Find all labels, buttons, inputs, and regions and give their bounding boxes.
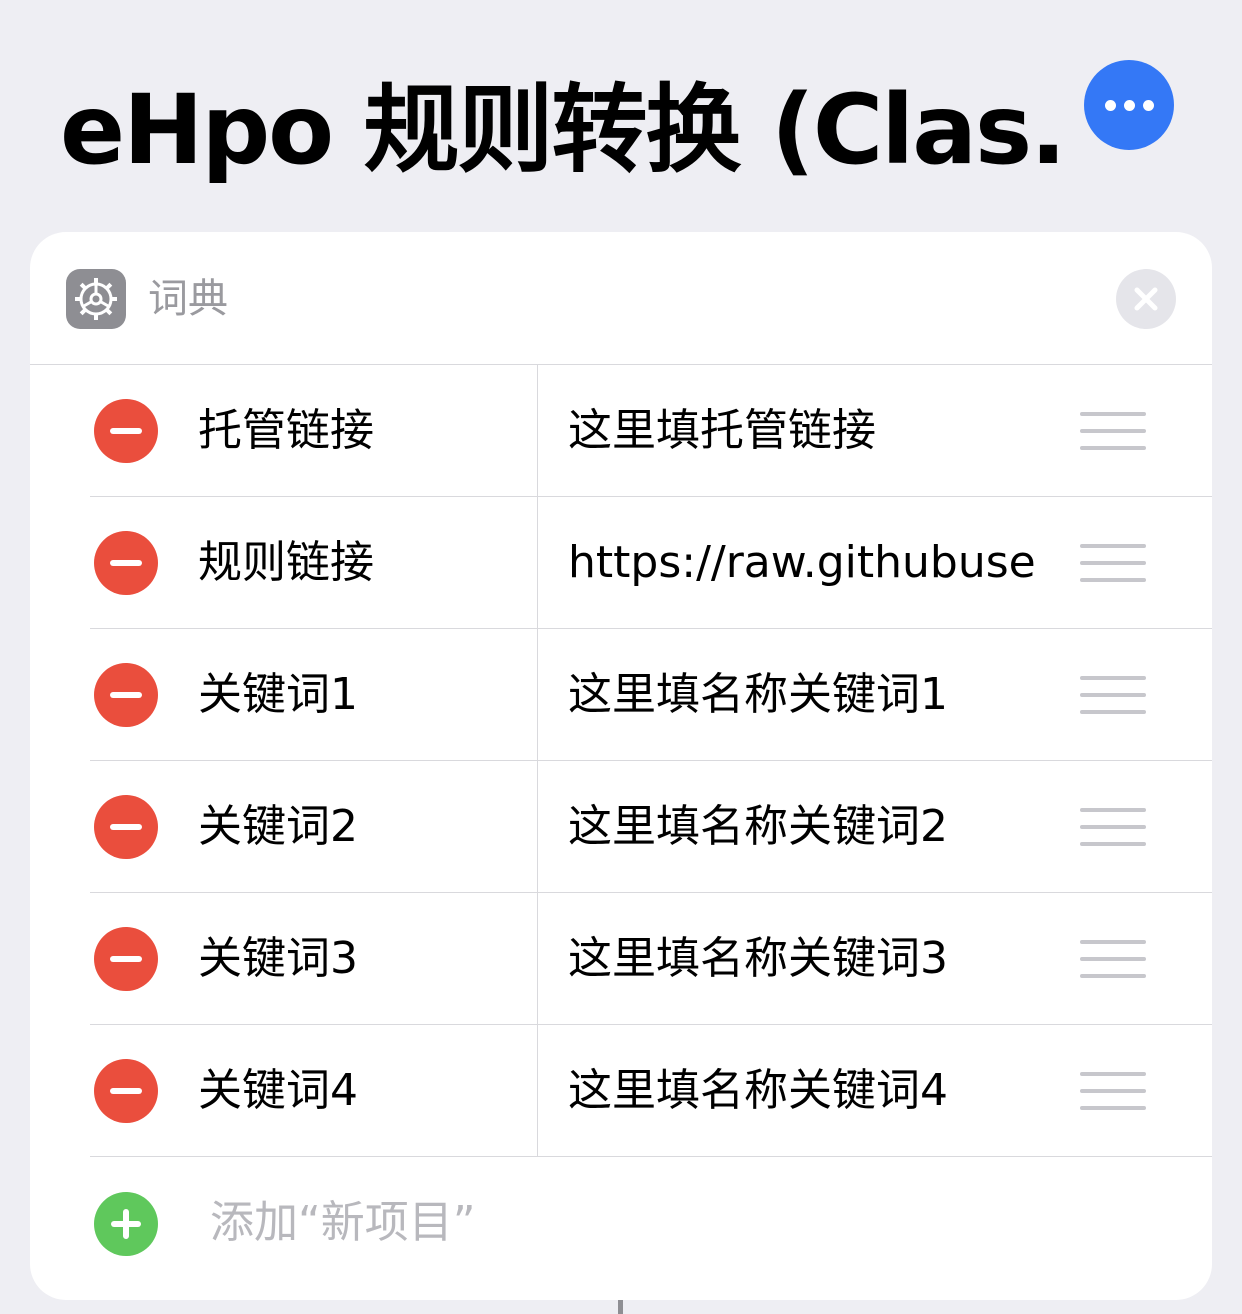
row-value[interactable]: https://raw.githubuse... bbox=[568, 535, 1038, 591]
row-key[interactable]: 关键词3 bbox=[198, 931, 358, 987]
column-divider bbox=[537, 497, 538, 628]
column-divider bbox=[537, 761, 538, 892]
card-title: 词典 bbox=[148, 276, 228, 322]
drag-handle-icon[interactable] bbox=[1080, 940, 1146, 978]
remove-row-button[interactable] bbox=[94, 795, 158, 859]
drag-handle-icon[interactable] bbox=[1080, 544, 1146, 582]
dictionary-row: 关键词1 这里填名称关键词1 bbox=[90, 629, 1212, 761]
drag-handle-icon[interactable] bbox=[1080, 412, 1146, 450]
close-button[interactable] bbox=[1116, 269, 1176, 329]
remove-row-button[interactable] bbox=[94, 1059, 158, 1123]
dictionary-action-card: 词典 托管链接 这里填托管链接 规则链接 https://raw.githubu… bbox=[30, 232, 1212, 1300]
row-key[interactable]: 关键词2 bbox=[198, 799, 358, 855]
more-dot bbox=[1142, 99, 1154, 111]
minus-icon bbox=[110, 956, 142, 962]
close-icon bbox=[1134, 287, 1158, 311]
more-options-button[interactable] bbox=[1084, 60, 1174, 150]
drag-handle-icon[interactable] bbox=[1080, 1072, 1146, 1110]
page-title: eHpo 规则转换 (Clas... bbox=[60, 74, 1070, 186]
column-divider bbox=[537, 1025, 538, 1156]
row-value[interactable]: 这里填名称关键词4 bbox=[568, 1063, 1038, 1119]
minus-icon bbox=[110, 1088, 142, 1094]
minus-icon bbox=[110, 428, 142, 434]
column-divider bbox=[537, 893, 538, 1024]
row-value[interactable]: 这里填名称关键词3 bbox=[568, 931, 1038, 987]
dictionary-row: 托管链接 这里填托管链接 bbox=[90, 365, 1212, 497]
dictionary-rows: 托管链接 这里填托管链接 规则链接 https://raw.githubuse.… bbox=[30, 365, 1212, 1289]
add-item-label[interactable]: 添加“新项目” bbox=[210, 1195, 476, 1251]
row-value[interactable]: 这里填托管链接 bbox=[568, 403, 1038, 459]
drag-handle-icon[interactable] bbox=[1080, 808, 1146, 846]
add-new-item-row[interactable]: 添加“新项目” bbox=[90, 1157, 1212, 1289]
dictionary-row: 关键词3 这里填名称关键词3 bbox=[90, 893, 1212, 1025]
dictionary-row: 关键词2 这里填名称关键词2 bbox=[90, 761, 1212, 893]
drag-handle-icon[interactable] bbox=[1080, 676, 1146, 714]
column-divider bbox=[537, 629, 538, 760]
plus-icon bbox=[111, 1209, 141, 1239]
more-dot bbox=[1104, 99, 1116, 111]
row-value[interactable]: 这里填名称关键词2 bbox=[568, 799, 1038, 855]
gear-icon bbox=[66, 269, 126, 329]
remove-row-button[interactable] bbox=[94, 531, 158, 595]
dictionary-row: 规则链接 https://raw.githubuse... bbox=[90, 497, 1212, 629]
row-key[interactable]: 规则链接 bbox=[198, 535, 374, 591]
card-header: 词典 bbox=[30, 232, 1212, 365]
minus-icon bbox=[110, 560, 142, 566]
row-key[interactable]: 关键词1 bbox=[198, 667, 358, 723]
remove-row-button[interactable] bbox=[94, 399, 158, 463]
column-divider bbox=[537, 365, 538, 496]
more-dot bbox=[1123, 99, 1135, 111]
row-key[interactable]: 关键词4 bbox=[198, 1063, 358, 1119]
row-value[interactable]: 这里填名称关键词1 bbox=[568, 667, 1038, 723]
flow-connector bbox=[618, 1300, 623, 1314]
add-item-button[interactable] bbox=[94, 1192, 158, 1256]
remove-row-button[interactable] bbox=[94, 663, 158, 727]
minus-icon bbox=[110, 692, 142, 698]
remove-row-button[interactable] bbox=[94, 927, 158, 991]
dictionary-row: 关键词4 这里填名称关键词4 bbox=[90, 1025, 1212, 1157]
row-key[interactable]: 托管链接 bbox=[198, 403, 374, 459]
minus-icon bbox=[110, 824, 142, 830]
